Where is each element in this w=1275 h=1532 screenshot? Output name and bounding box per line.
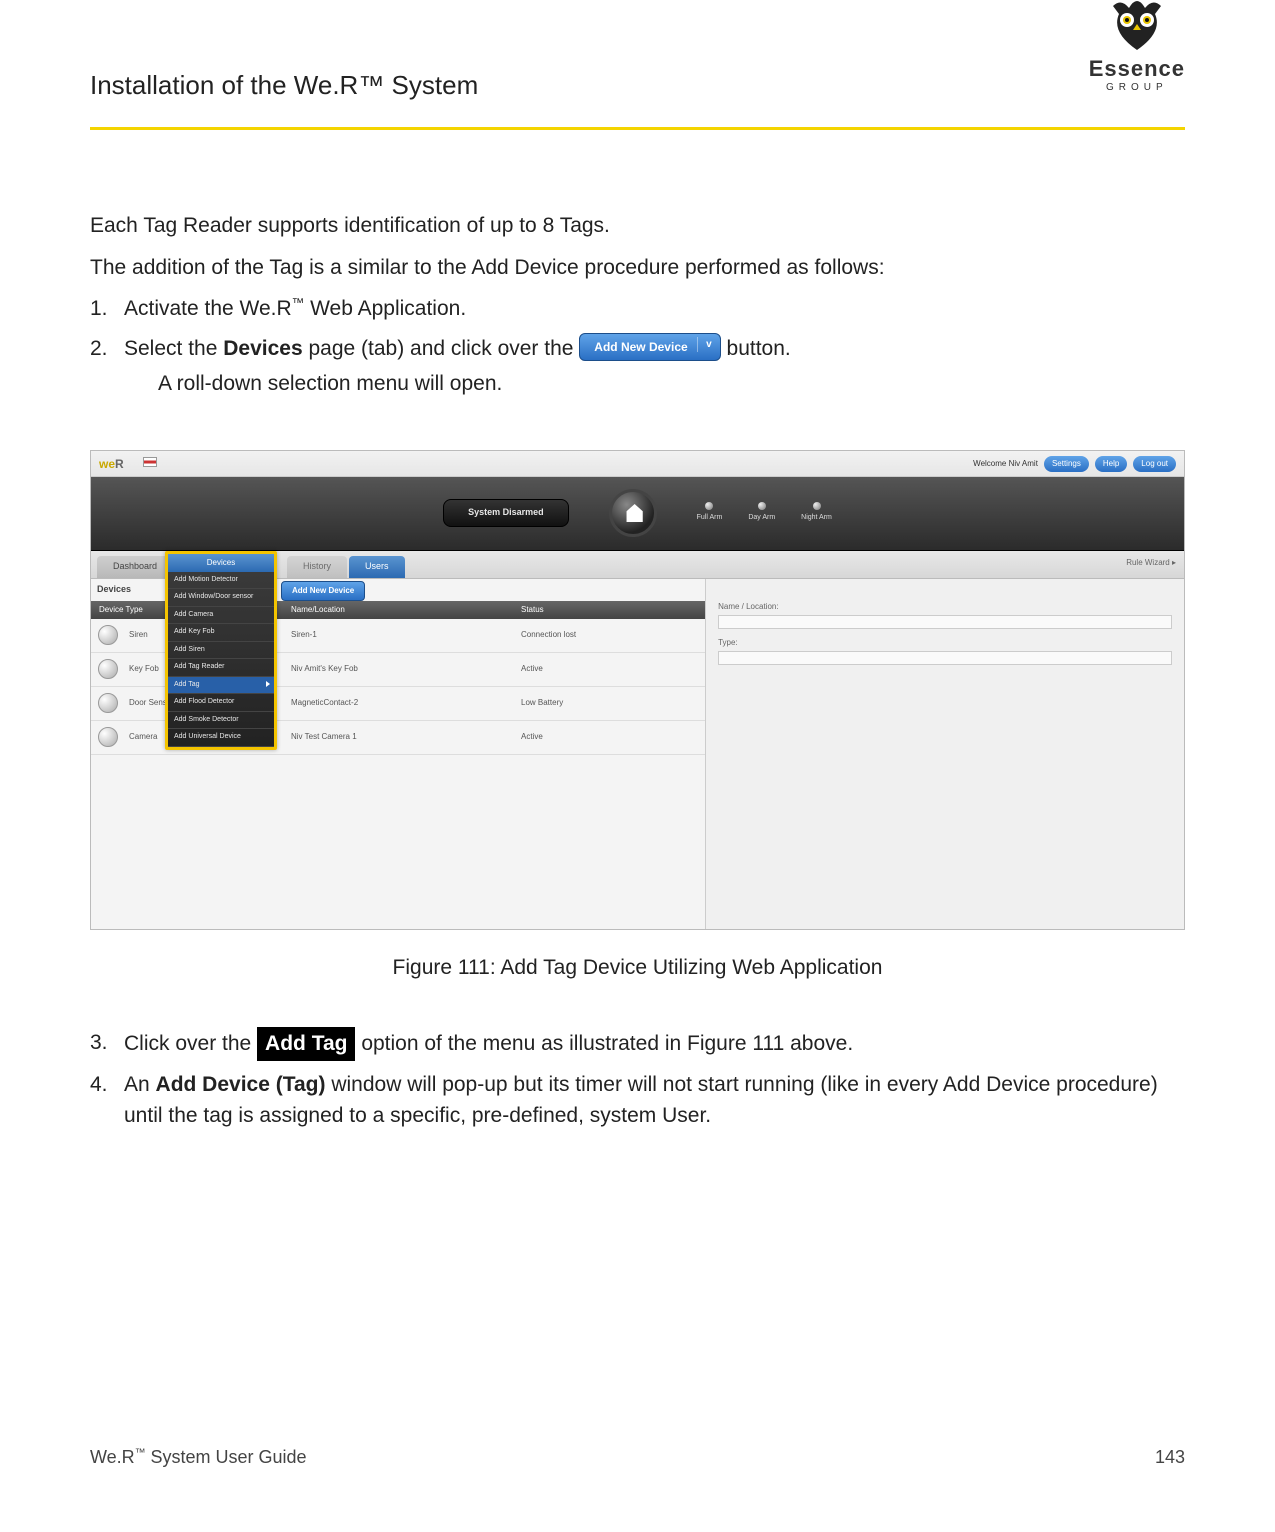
full-arm-label: Full Arm [697, 514, 723, 521]
dropdown-item[interactable]: Add Tag [168, 677, 274, 695]
app-logo: weR [99, 455, 124, 473]
info-type-field[interactable] [718, 651, 1172, 665]
add-tag-chip: Add Tag [257, 1027, 355, 1061]
cell-status: Low Battery [521, 697, 705, 709]
cell-name-location: Siren-1 [291, 629, 521, 641]
col-name-location: Name/Location [291, 604, 521, 616]
night-arm-label: Night Arm [801, 514, 832, 521]
tab-dashboard[interactable]: Dashboard [97, 556, 173, 578]
brand-sub: GROUP [1089, 82, 1185, 93]
tab-users[interactable]: Users [349, 556, 405, 578]
webapp-screenshot: weR Welcome Niv Amit Settings Help Log o… [90, 450, 1185, 930]
footer-left-b: System User Guide [145, 1447, 306, 1467]
system-status: System Disarmed [443, 499, 569, 527]
logout-button[interactable]: Log out [1133, 456, 1176, 472]
cell-status: Active [521, 663, 705, 675]
welcome-text: Welcome Niv Amit [973, 458, 1038, 470]
step-3: 3. Click over the Add Tag option of the … [90, 1027, 1185, 1061]
dropdown-item[interactable]: Add Window/Door sensor [168, 589, 274, 607]
intro-p1: Each Tag Reader supports identification … [90, 210, 1185, 242]
cell-name-location: Niv Amit's Key Fob [291, 663, 521, 675]
footer-tm: ™ [135, 1447, 146, 1459]
device-icon [91, 727, 125, 747]
info-name-location-field[interactable] [718, 615, 1172, 629]
step-2-num: 2. [90, 333, 108, 365]
dropdown-item[interactable]: Add Tag Reader [168, 659, 274, 677]
page-title: Installation of the We.R™ System [90, 70, 1185, 101]
col-status: Status [521, 604, 705, 616]
flag-icon[interactable] [143, 457, 157, 467]
dropdown-item[interactable]: Add Flood Detector [168, 694, 274, 712]
owl-icon [1105, 0, 1169, 52]
add-device-dropdown-highlight: Devices Add Motion DetectorAdd Window/Do… [165, 551, 277, 750]
info-type-label: Type: [718, 637, 1172, 649]
step-4-num: 4. [90, 1069, 108, 1101]
info-name-location-label: Name / Location: [718, 601, 1172, 613]
dropdown-item[interactable]: Add Motion Detector [168, 572, 274, 590]
day-arm-dot[interactable] [758, 502, 766, 510]
step-1-text-b: Web Application. [304, 297, 466, 320]
step-4-text-a: An [124, 1073, 156, 1096]
step-3-text-b: option of the menu as illustrated in Fig… [355, 1032, 853, 1055]
devices-panel-label: Devices [97, 583, 131, 597]
body-content: Each Tag Reader supports identification … [90, 130, 1185, 1132]
step-1-num: 1. [90, 293, 108, 325]
tab-history[interactable]: History [287, 556, 347, 578]
cell-status: Connection lost [521, 629, 705, 641]
figure-caption: Figure 111: Add Tag Device Utilizing Web… [90, 952, 1185, 984]
dropdown-item[interactable]: Add Universal Device [168, 729, 274, 747]
footer-left: We.R™ System User Guide [90, 1447, 307, 1468]
arm-knob[interactable] [609, 489, 657, 537]
help-button[interactable]: Help [1095, 456, 1127, 472]
step-2: 2. Select the Devices page (tab) and cli… [90, 333, 1185, 400]
cell-name-location: Niv Test Camera 1 [291, 731, 521, 743]
cell-name-location: MagneticContact-2 [291, 697, 521, 709]
step-4: 4. An Add Device (Tag) window will pop-u… [90, 1069, 1185, 1132]
step-3-text-a: Click over the [124, 1032, 257, 1055]
device-icon [91, 659, 125, 679]
dropdown-item[interactable]: Add Smoke Detector [168, 712, 274, 730]
page-number: 143 [1155, 1447, 1185, 1468]
add-device-tag-bold: Add Device (Tag) [156, 1073, 326, 1096]
full-arm-dot[interactable] [705, 502, 713, 510]
devices-bold: Devices [223, 337, 302, 360]
footer-left-a: We.R [90, 1447, 135, 1467]
tm-mark: ™ [292, 296, 305, 310]
day-arm-label: Day Arm [748, 514, 775, 521]
step-2-text-c: button. [727, 337, 791, 360]
step-1: 1. Activate the We.R™ Web Application. [90, 293, 1185, 325]
add-device-dropdown[interactable]: Add Motion DetectorAdd Window/Door senso… [168, 572, 274, 747]
dropdown-item[interactable]: Add Camera [168, 607, 274, 625]
device-icon [91, 625, 125, 645]
step-1-text-a: Activate the We.R [124, 297, 292, 320]
add-new-device-button-small[interactable]: Add New Device [281, 581, 365, 601]
step-2-sub: A roll-down selection menu will open. [124, 368, 1185, 400]
brand-logo: Essence GROUP [1089, 0, 1185, 93]
brand-name: Essence [1089, 56, 1185, 82]
tab-devices[interactable]: Devices [168, 554, 274, 572]
step-3-num: 3. [90, 1027, 108, 1059]
device-icon [91, 693, 125, 713]
dropdown-item[interactable]: Add Key Fob [168, 624, 274, 642]
cell-status: Active [521, 731, 705, 743]
step-2-text-b: page (tab) and click over the [303, 337, 580, 360]
step-2-text-a: Select the [124, 337, 223, 360]
rule-wizard-link[interactable]: Rule Wizard ▸ [1126, 557, 1176, 569]
settings-button[interactable]: Settings [1044, 456, 1089, 472]
night-arm-dot[interactable] [813, 502, 821, 510]
intro-p2: The addition of the Tag is a similar to … [90, 252, 1185, 284]
dropdown-item[interactable]: Add Siren [168, 642, 274, 660]
add-new-device-button[interactable]: Add New Device [579, 333, 720, 361]
